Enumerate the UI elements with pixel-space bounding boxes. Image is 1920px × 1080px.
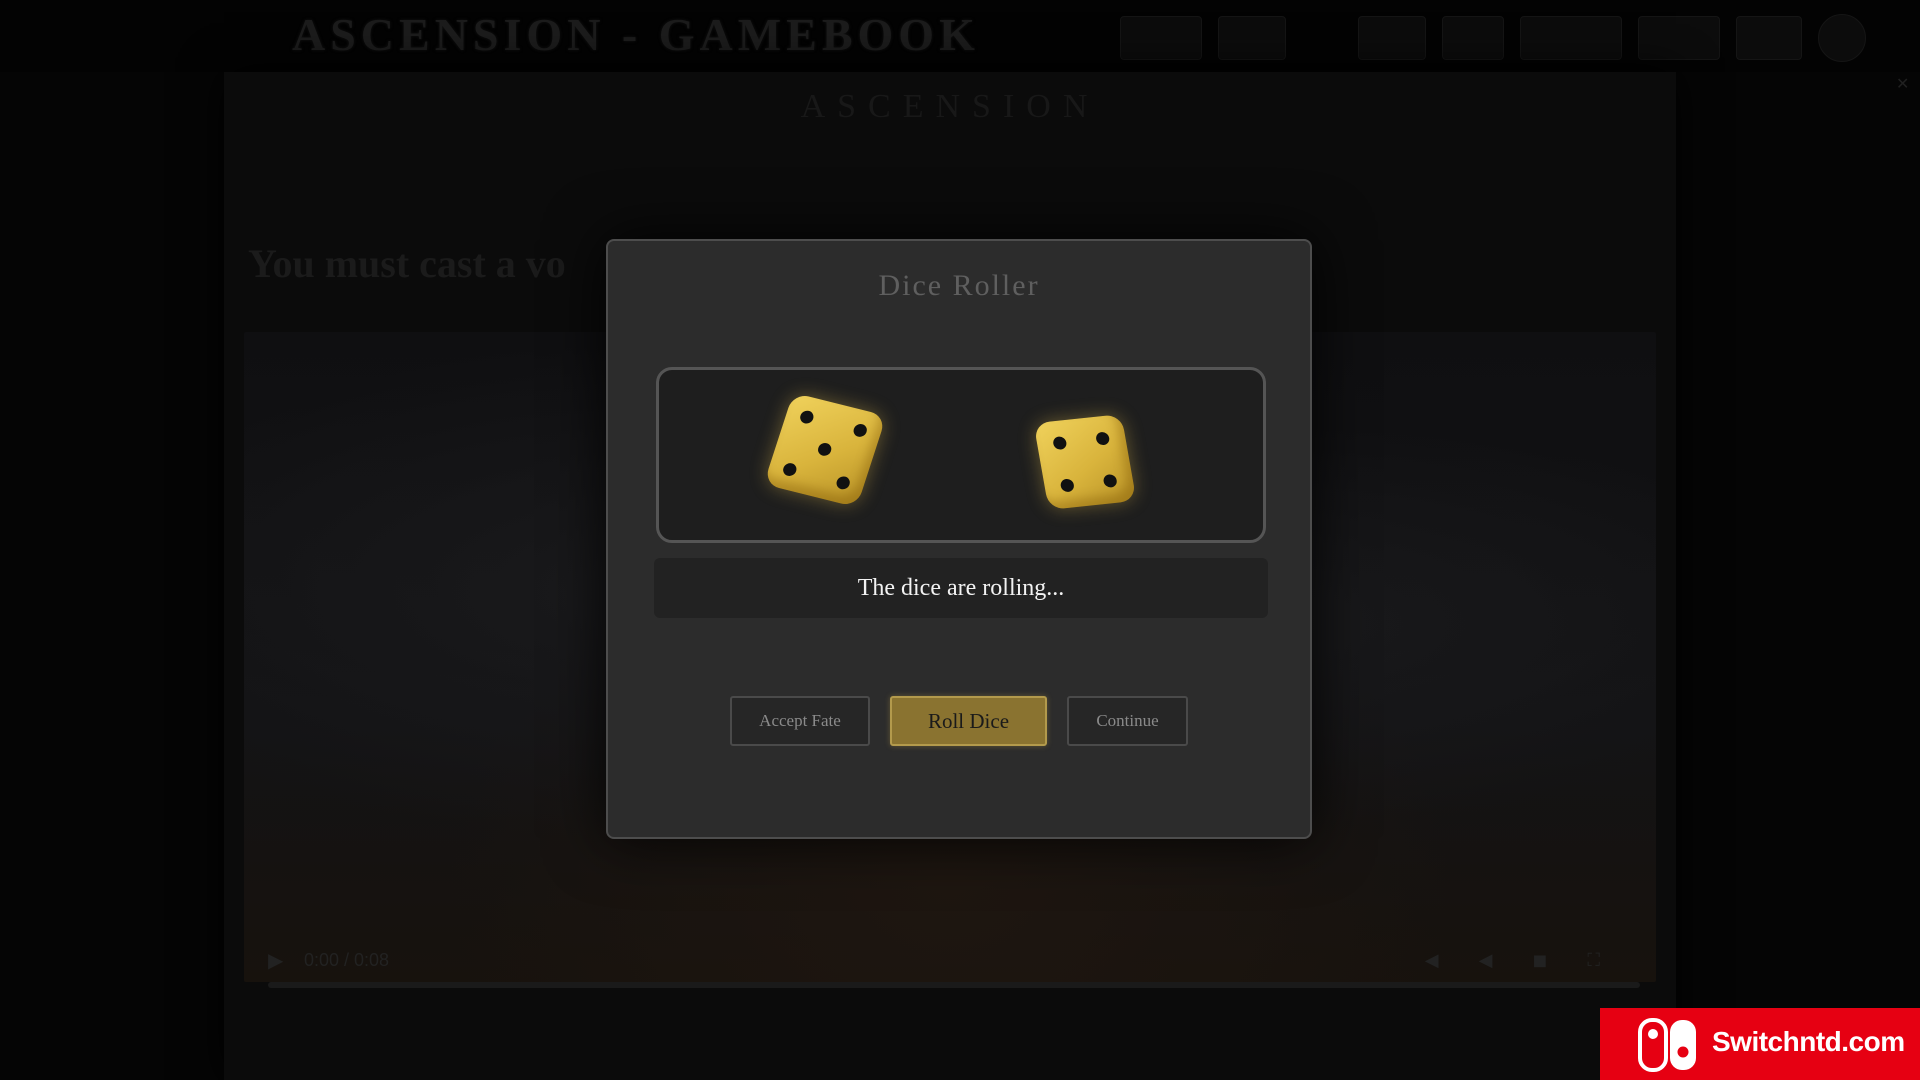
- video-controls: ▶ 0:00 / 0:08 ◀◀◼⛶: [268, 942, 1640, 982]
- die-pip: [1102, 473, 1118, 489]
- die-pip: [1059, 478, 1075, 493]
- die-pip: [798, 409, 816, 425]
- die-pip: [834, 475, 852, 491]
- top-button-1[interactable]: [1120, 16, 1202, 60]
- video-progress-track[interactable]: [268, 982, 1640, 988]
- profile-avatar[interactable]: [1818, 14, 1866, 62]
- video-control-icons[interactable]: ◀◀◼⛶: [1425, 950, 1640, 971]
- top-button-4[interactable]: [1442, 16, 1504, 60]
- die-pip: [1095, 431, 1111, 446]
- close-icon[interactable]: ✕: [1896, 74, 1912, 93]
- roll-dice-button[interactable]: Roll Dice: [890, 696, 1047, 746]
- die-pip: [781, 461, 799, 478]
- top-separator: [1302, 17, 1342, 59]
- watermark-banner: Switchntd.com: [1600, 1008, 1920, 1080]
- die-five: [763, 392, 887, 508]
- modal-buttons: Accept Fate Roll Dice Continue: [608, 696, 1310, 746]
- book-header: ASCENSION: [800, 88, 1100, 125]
- top-actions: [1120, 14, 1866, 62]
- roll-status: The dice are rolling...: [654, 558, 1268, 618]
- die-four: [1033, 414, 1137, 510]
- play-icon[interactable]: ▶: [268, 948, 283, 972]
- top-button-3[interactable]: [1358, 16, 1426, 60]
- app-title: ASCENSION - GAMEBOOK: [292, 9, 980, 60]
- top-bar: ASCENSION - GAMEBOOK: [0, 0, 1920, 72]
- die-pip: [1052, 435, 1068, 451]
- dice-roller-modal: Dice Roller The dice are rolling... Acce…: [606, 239, 1312, 839]
- app-root: ASCENSION - GAMEBOOK ✕ ASCENSION You mus…: [0, 0, 1920, 1080]
- watermark-text: Switchntd.com: [1712, 1026, 1905, 1057]
- switch-logo-icon: [1638, 1018, 1696, 1072]
- modal-title: Dice Roller: [878, 269, 1040, 302]
- video-time: 0:00 / 0:08: [304, 950, 390, 970]
- dice-display: [656, 367, 1266, 543]
- scene-text: You must cast a vo: [248, 241, 566, 286]
- die-pip: [816, 441, 833, 458]
- top-button-5[interactable]: [1520, 16, 1622, 60]
- continue-button[interactable]: Continue: [1067, 696, 1188, 746]
- die-pip: [851, 422, 869, 439]
- accept-fate-button[interactable]: Accept Fate: [730, 696, 870, 746]
- top-button-2[interactable]: [1218, 16, 1286, 60]
- top-button-6[interactable]: [1638, 16, 1720, 60]
- top-button-7[interactable]: [1736, 16, 1802, 60]
